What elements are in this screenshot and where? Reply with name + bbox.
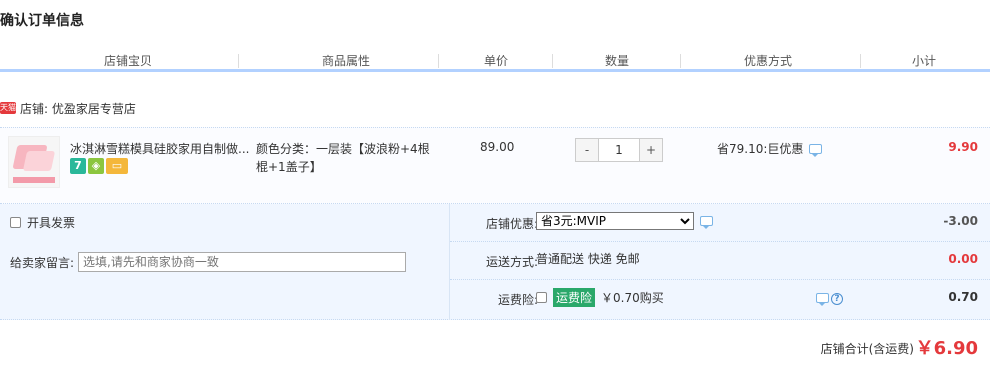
tmall-badge-icon: 天猫 <box>0 102 16 114</box>
shop-discount-amount: -3.00 <box>943 214 978 228</box>
invoice-option[interactable]: 开具发票 <box>10 214 75 231</box>
product-image-label <box>13 177 55 183</box>
insurance-amount: 0.70 <box>948 290 978 304</box>
col-subtotal: 小计 <box>912 54 937 68</box>
col-item: 店铺宝贝 <box>104 54 153 68</box>
col-divider <box>680 54 681 68</box>
chat-bubble-icon[interactable] <box>816 293 829 306</box>
col-divider <box>238 54 239 68</box>
insurance-row: 运费险: 运费险 ￥0.70购买 ? 0.70 <box>450 280 990 318</box>
buyer-options: 开具发票 给卖家留言: <box>0 204 450 320</box>
shop-name[interactable]: 店铺: 优盈家居专营店 <box>20 100 136 117</box>
invoice-checkbox[interactable] <box>10 217 21 228</box>
item-subtotal: 9.90 <box>948 140 978 154</box>
total-value: ￥6.90 <box>915 338 978 359</box>
product-name-link[interactable]: 冰淇淋雪糕模具硅胶家用自制做... <box>70 140 250 157</box>
attr-line: 颜色分类：一层装【波浪粉+4根 <box>256 142 430 156</box>
insurance-checkbox[interactable] <box>536 292 547 303</box>
product-image-shape <box>22 151 56 171</box>
shipping-label: 运送方式: <box>485 255 538 269</box>
unit-price: 89.00 <box>480 140 515 154</box>
shop-row: 天猫 店铺: 优盈家居专营店 <box>0 98 136 118</box>
discount-text: 省79.10:巨优惠 <box>717 142 804 156</box>
insurance-help: ? <box>816 293 843 306</box>
discount-info: 省79.10:巨优惠 <box>717 140 823 157</box>
shipping-method: 普通配送 快递 免邮 <box>536 252 640 266</box>
memo-label: 给卖家留言: <box>10 255 75 270</box>
col-divider <box>860 54 861 68</box>
shop-discount-select[interactable]: 省3元:MVIP <box>536 212 694 230</box>
attr-line: 棍+1盖子】 <box>256 160 322 174</box>
product-attributes: 颜色分类：一层装【波浪粉+4根 棍+1盖子】 <box>256 140 436 176</box>
order-item: 冰淇淋雪糕模具硅胶家用自制做... 7 ◈ ▭ 颜色分类：一层装【波浪粉+4根 … <box>0 127 990 204</box>
col-divider <box>438 54 439 68</box>
column-header: 店铺宝贝 商品属性 单价 数量 优惠方式 小计 <box>0 50 990 72</box>
shop-discount-body: 省3元:MVIP <box>536 212 713 230</box>
col-attr: 商品属性 <box>322 54 371 68</box>
qty-input[interactable]: 1 <box>598 139 640 161</box>
invoice-label: 开具发票 <box>27 216 76 230</box>
shop-discount-label: 店铺优惠: <box>485 217 538 231</box>
credit-card-icon[interactable]: ▭ <box>106 158 128 174</box>
insurance-tag: 运费险 <box>553 288 596 307</box>
shield-icon[interactable]: ◈ <box>88 158 104 174</box>
insurance-body: 运费险 ￥0.70购买 <box>536 288 664 307</box>
col-price: 单价 <box>484 54 509 68</box>
col-qty: 数量 <box>605 54 630 68</box>
col-divider <box>552 54 553 68</box>
shipping-row: 运送方式: 普通配送 快递 免邮 0.00 <box>450 242 990 280</box>
chat-bubble-icon[interactable] <box>809 143 823 157</box>
seller-memo: 给卖家留言: <box>10 252 407 272</box>
insurance-label: 运费险: <box>497 293 538 307</box>
shipping-body: 普通配送 快递 免邮 <box>536 250 640 267</box>
order-options: 开具发票 给卖家留言: 店铺优惠: 省3元:MVIP -3.00 运送方式: 普… <box>0 204 990 320</box>
col-discount: 优惠方式 <box>744 54 793 68</box>
total-label: 店铺合计(含运费) <box>820 342 914 356</box>
page-title: 确认订单信息 <box>0 13 84 29</box>
qty-minus-button[interactable]: - <box>576 139 598 161</box>
help-icon[interactable]: ? <box>831 293 843 305</box>
order-footer: 店铺合计(含运费) ￥6.90 <box>0 330 990 366</box>
shop-discount-row: 店铺优惠: 省3元:MVIP -3.00 <box>450 204 990 242</box>
seven-day-return-icon[interactable]: 7 <box>70 158 86 174</box>
qty-plus-button[interactable]: + <box>640 139 662 161</box>
insurance-price: ￥0.70购买 <box>601 291 664 305</box>
service-icons: 7 ◈ ▭ <box>70 158 128 174</box>
chat-bubble-icon[interactable] <box>700 216 713 229</box>
quantity-stepper: - 1 + <box>575 138 663 162</box>
product-thumbnail[interactable] <box>8 136 60 188</box>
memo-input[interactable] <box>78 252 407 272</box>
shipping-amount: 0.00 <box>948 252 978 266</box>
